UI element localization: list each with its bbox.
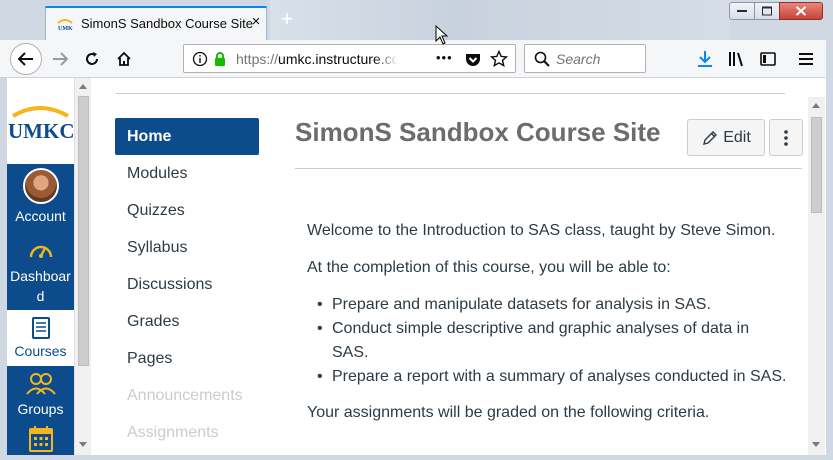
page-scrollbar-thumb[interactable] [811,117,822,213]
calendar-icon [28,426,53,452]
back-arrow-icon [18,52,33,66]
gnav-dashboard[interactable]: Dashboar d [7,236,74,308]
page-scrollbar[interactable] [808,97,825,460]
search-placeholder: Search [556,51,601,67]
list-item: Prepare a report with a summary of analy… [317,365,787,389]
course-nav-discussions[interactable]: Discussions [115,266,259,303]
sidebar-toggle-button[interactable] [753,44,783,74]
groups-icon [25,373,56,395]
edit-button[interactable]: Edit [687,119,765,156]
page-body: Welcome to the Introduction to SAS class… [307,219,787,438]
mouse-cursor-icon [435,25,449,45]
header-divider [116,93,785,94]
info-icon[interactable] [192,51,208,67]
downloads-button[interactable] [690,44,720,74]
download-arrow-icon [698,51,712,67]
window-frame-bottom [0,455,833,460]
umkc-favicon-icon: UMKC [57,19,73,32]
maximize-button[interactable] [754,2,780,20]
course-nav-syllabus[interactable]: Syllabus [115,229,259,266]
grading-lead: Your assignments will be graded on the f… [307,404,710,421]
course-nav-home[interactable]: Home [115,118,259,155]
list-item: Conduct simple descriptive and graphic a… [317,317,787,365]
course-nav-assignments: Assignments [127,424,219,441]
scroll-down-arrow-icon[interactable] [79,442,87,447]
url-host: umkc.instructure.co [278,51,398,67]
list-item: Prepare and manipulate datasets for anal… [317,293,787,317]
scroll-up-arrow-icon[interactable] [79,84,87,89]
minimize-icon [737,10,747,12]
window-frame-right [826,40,833,460]
course-nav-announcements: Announcements [127,387,243,404]
nav-scrollbar[interactable] [74,78,91,460]
more-options-button[interactable] [769,119,803,156]
umkc-logo[interactable]: UMKC [7,78,74,164]
browser-toolbar: https://umkc.instructure.co ••• Search [0,40,833,78]
window-frame-left [0,78,7,460]
sidebar-icon [760,52,776,66]
reload-button[interactable] [77,44,107,74]
course-nav-pages[interactable]: Pages [115,340,259,377]
page-actions-more-icon[interactable]: ••• [436,50,453,65]
library-icon [729,52,743,67]
scroll-up-arrow-icon[interactable] [812,103,820,108]
gnav-account[interactable]: Account [7,166,74,224]
forward-arrow-icon [53,52,68,66]
search-bar[interactable]: Search [524,44,646,73]
scroll-down-arrow-icon[interactable] [812,442,820,447]
browser-tab-active[interactable]: UMKC SimonS Sandbox Course Site × [45,6,267,40]
close-window-button[interactable] [779,2,823,20]
reload-icon [86,52,98,65]
course-nav-quizzes[interactable]: Quizzes [115,192,259,229]
menu-button[interactable] [791,44,821,74]
home-icon [117,51,131,66]
gnav-courses[interactable]: Courses [7,310,74,366]
kebab-menu-icon [784,129,788,146]
course-navigation: Home Modules Quizzes Syllabus Discussion… [115,118,259,451]
hamburger-menu-icon [799,53,813,65]
search-icon [534,51,550,67]
avatar [22,168,59,204]
bookmark-star-icon[interactable] [490,50,508,68]
back-button[interactable] [10,43,42,75]
course-nav-grades[interactable]: Grades [115,303,259,340]
close-icon [795,6,807,16]
gnav-courses-label: Courses [14,343,67,359]
gnav-account-label: Account [15,208,66,224]
forward-button[interactable] [45,44,75,74]
gnav-groups[interactable]: Groups [7,370,74,422]
url-scheme: https:// [236,51,279,67]
gnav-dashboard-label: Dashboar d [10,268,71,304]
course-nav-modules[interactable]: Modules [115,155,259,192]
minimize-button[interactable] [729,2,755,20]
maximize-icon [762,6,772,16]
dashboard-icon [29,245,52,258]
new-tab-button[interactable]: + [276,8,298,31]
umkc-logo-image: UMKC [8,106,74,143]
title-divider [295,168,802,169]
home-button[interactable] [109,44,139,74]
nav-scrollbar-thumb[interactable] [78,96,89,366]
library-button[interactable] [722,44,752,74]
pencil-icon [703,130,718,145]
gnav-groups-label: Groups [17,401,64,417]
objectives-list: Prepare and manipulate datasets for anal… [317,293,787,389]
background-window-blur [270,0,730,40]
secure-lock-icon[interactable] [213,51,227,67]
url-bar[interactable]: https://umkc.instructure.co ••• [183,44,516,73]
logo-text: UMKC [8,119,74,143]
edit-button-label: Edit [723,128,751,146]
svg-text:UMKC: UMKC [58,26,73,32]
tab-title: SimonS Sandbox Course Site [81,16,253,31]
global-navigation: UMKC Account Dashboar d Courses Groups [7,78,74,460]
pocket-icon[interactable] [465,52,481,67]
url-text[interactable]: https://umkc.instructure.co [236,51,398,67]
courses-icon [31,317,50,339]
window-titlebar: UMKC SimonS Sandbox Course Site × + [0,0,833,40]
objectives-lead: At the completion of this course, you wi… [307,259,671,276]
page-title: SimonS Sandbox Course Site [295,117,661,147]
tab-close-button[interactable]: × [248,13,264,31]
intro-paragraph: Welcome to the Introduction to SAS class… [307,222,776,239]
